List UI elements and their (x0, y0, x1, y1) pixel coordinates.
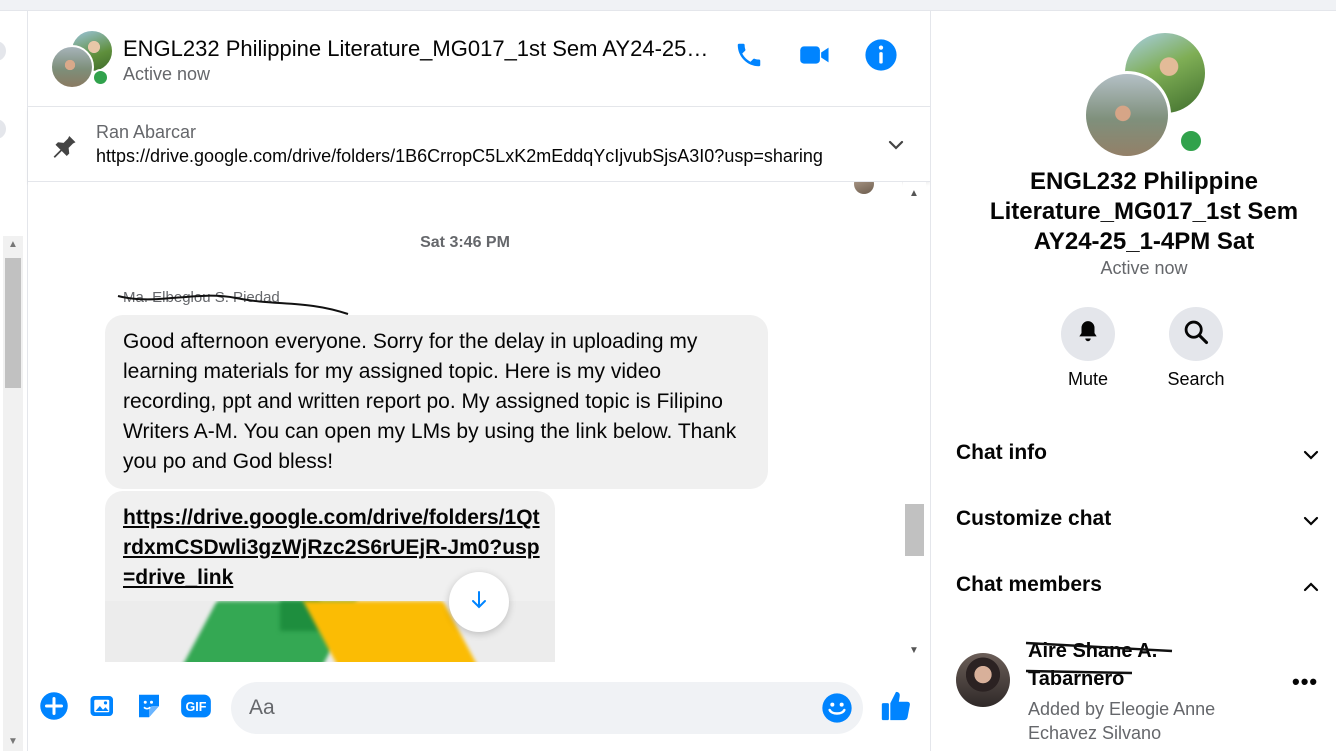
search-button-circle[interactable] (1169, 307, 1223, 361)
sticker-button[interactable] (133, 692, 165, 724)
mute-button[interactable]: Mute (1043, 307, 1133, 390)
photo-button[interactable] (87, 692, 119, 724)
info-icon (864, 38, 898, 77)
more-options-icon[interactable]: ••• (1292, 669, 1318, 695)
group-status: Active now (1100, 258, 1188, 278)
redaction-scribble (1025, 641, 1173, 675)
emoji-icon[interactable] (821, 692, 853, 729)
scroll-down-arrow-icon[interactable]: ▼ (8, 736, 18, 747)
chevron-down-icon (1301, 511, 1321, 536)
left-scroll-thumb[interactable] (5, 258, 21, 388)
online-indicator (1178, 128, 1204, 154)
mute-button-circle[interactable] (1061, 307, 1115, 361)
chevron-up-icon (1301, 577, 1321, 602)
gif-icon-label: GIF (186, 700, 207, 714)
gif-icon: GIF (180, 691, 212, 726)
sidebar-stub-icon[interactable] (0, 41, 6, 61)
message-bubble[interactable]: Good afternoon everyone. Sorry for the d… (105, 315, 768, 489)
pinned-message-bar[interactable]: Ran Abarcar https://drive.google.com/dri… (28, 107, 930, 182)
section-chat-info-label: Chat info (956, 441, 1047, 464)
online-indicator (92, 69, 109, 86)
section-customize-chat-label: Customize chat (956, 507, 1112, 530)
add-attachment-button[interactable] (38, 691, 70, 726)
group-name: ENGL232 Philippine Literature_MG017_1st … (989, 168, 1299, 255)
message-scrollbar[interactable]: ▲ ▼ (903, 182, 926, 662)
add-icon (39, 691, 69, 726)
like-button[interactable] (880, 691, 912, 724)
arrow-down-icon (468, 589, 490, 616)
sticker-icon (134, 691, 164, 726)
chat-header: ENGL232 Philippine Literature_MG017_1st … (28, 11, 930, 107)
message-timestamp: Sat 3:46 PM (420, 234, 510, 251)
scroll-to-bottom-button[interactable] (449, 572, 509, 632)
chat-status: Active now (123, 64, 211, 84)
photo-icon (88, 691, 118, 726)
redaction-scribble (117, 294, 349, 315)
group-avatar-photo-2 (50, 45, 94, 89)
read-receipt-avatar (854, 182, 874, 194)
member-avatar[interactable] (956, 653, 1010, 707)
scroll-up-arrow-icon[interactable]: ▲ (8, 239, 18, 250)
group-avatar[interactable] (50, 29, 114, 91)
phone-call-button[interactable] (731, 39, 767, 75)
section-customize-chat[interactable]: Customize chat (941, 497, 1331, 543)
scroll-down-arrow-icon[interactable]: ▼ (909, 645, 919, 656)
chat-title[interactable]: ENGL232 Philippine Literature_MG017_1st … (123, 36, 713, 62)
section-chat-members[interactable]: Chat members (941, 563, 1331, 609)
message-list[interactable]: Sat 3:46 PM Ma. Elbeglou S. Piedad Good … (28, 182, 902, 662)
left-scrollbar[interactable]: ▲ ▼ (3, 236, 23, 751)
pinned-sender: Ran Abarcar (96, 122, 197, 142)
pinned-link[interactable]: https://drive.google.com/drive/folders/1… (96, 146, 864, 167)
pin-icon (48, 131, 78, 166)
like-icon (879, 689, 913, 728)
message-composer: GIF (28, 662, 930, 751)
search-label: Search (1167, 369, 1225, 389)
scroll-up-arrow-icon[interactable]: ▲ (909, 188, 919, 199)
search-button[interactable]: Search (1151, 307, 1241, 390)
member-row[interactable]: Aire Shane A. Tabarnero Added by Eleogie… (956, 639, 1336, 749)
message-input[interactable] (231, 682, 863, 734)
section-chat-members-label: Chat members (956, 573, 1102, 596)
chevron-down-icon (1301, 445, 1321, 470)
window-top-strip (0, 0, 1336, 11)
video-call-button[interactable] (797, 39, 833, 75)
video-icon (799, 40, 831, 75)
bell-icon (1075, 319, 1101, 350)
chevron-down-icon[interactable] (886, 135, 906, 160)
search-icon (1182, 318, 1210, 351)
chat-details-panel: ENGL232 Philippine Literature_MG017_1st … (930, 11, 1336, 751)
section-chat-info[interactable]: Chat info (941, 431, 1331, 477)
member-added-by: Added by Eleogie Anne Echavez Silvano (1028, 699, 1216, 743)
chat-info-button[interactable] (863, 38, 899, 77)
sidebar-stub-icon[interactable] (0, 119, 6, 139)
group-photo-2 (1083, 71, 1171, 159)
message-scroll-thumb[interactable] (905, 504, 924, 556)
gif-button[interactable]: GIF (180, 692, 212, 724)
mute-label: Mute (1067, 369, 1109, 389)
phone-icon (734, 40, 764, 75)
